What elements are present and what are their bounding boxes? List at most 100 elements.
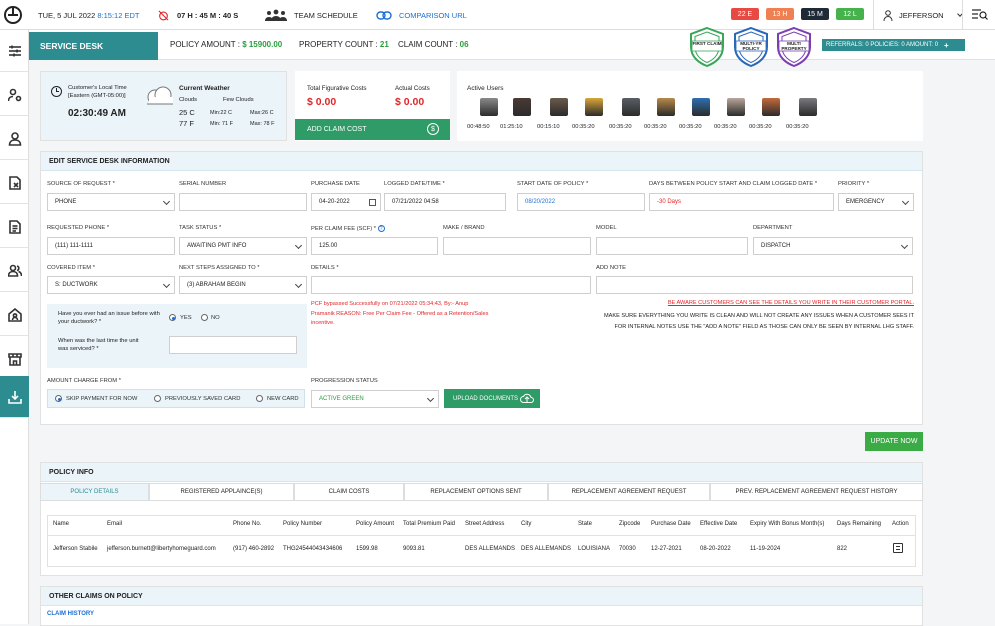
tab-registered-applaince-s[interactable]: REGISTERED APPLAINCE(S) xyxy=(149,483,294,501)
add-claim-cost-button[interactable]: ADD CLAIM COST $ xyxy=(295,119,450,140)
avatar[interactable] xyxy=(727,98,745,116)
user-menu[interactable]: JEFFERSON xyxy=(883,0,963,30)
column-header[interactable]: Street Address xyxy=(465,521,504,527)
yes-radio[interactable] xyxy=(169,314,176,321)
edit-action-icon[interactable] xyxy=(893,543,903,553)
active-user-time: 00:35:20 xyxy=(572,124,595,130)
sidebar-item-download[interactable] xyxy=(0,376,29,418)
sidebar-item-store[interactable] xyxy=(0,338,29,380)
priority-pill-e[interactable]: 22 E xyxy=(731,8,759,20)
saved-card-radio[interactable] xyxy=(154,395,161,402)
calendar-icon[interactable] xyxy=(369,199,376,206)
avatar[interactable] xyxy=(480,98,498,116)
sidebar-item-team[interactable] xyxy=(0,250,29,292)
sidebar-item-home[interactable] xyxy=(0,294,29,336)
yes-label: YES xyxy=(180,315,192,321)
update-now-button[interactable]: UPDATE NOW xyxy=(865,432,923,451)
tab-policy-details[interactable]: POLICY DETAILS xyxy=(40,483,149,501)
document-icon xyxy=(8,219,21,234)
priority-pill-m[interactable]: 15 M xyxy=(801,8,829,20)
tab-service-desk[interactable]: SERVICE DESK xyxy=(29,32,158,60)
column-header[interactable]: Expiry With Bonus Month(s) xyxy=(750,521,824,527)
column-header[interactable]: Policy Amount xyxy=(356,521,394,527)
fig-costs-value: $ 0.00 xyxy=(307,96,337,108)
serial-input[interactable] xyxy=(179,193,307,211)
source-select[interactable]: PHONE xyxy=(47,193,175,211)
avatar[interactable] xyxy=(550,98,568,116)
last-serviced-input[interactable] xyxy=(169,336,297,354)
model-input[interactable] xyxy=(596,237,748,255)
upload-documents-button[interactable]: UPLOAD DOCUMENTS xyxy=(444,389,540,408)
skip-payment-radio[interactable] xyxy=(55,395,62,402)
phone-input[interactable]: (111) 111-1111 xyxy=(47,237,175,255)
avatar[interactable] xyxy=(585,98,603,116)
column-header[interactable]: Email xyxy=(107,521,122,527)
logged-date-input[interactable]: 07/21/2022 04:58 xyxy=(384,193,506,211)
info-icon[interactable]: ? xyxy=(377,225,385,232)
claim-history-link[interactable]: CLAIM HISTORY xyxy=(47,611,94,617)
tab-replacement-options-sent[interactable]: REPLACEMENT OPTIONS SENT xyxy=(404,483,548,501)
active-user-time: 00:35:20 xyxy=(749,124,772,130)
avatar[interactable] xyxy=(799,98,817,116)
menu-search-icon[interactable] xyxy=(972,9,988,21)
avatar[interactable] xyxy=(692,98,710,116)
priority-select[interactable]: EMERGENCY xyxy=(838,193,914,211)
max-c: Max:26 C xyxy=(250,110,274,116)
team-schedule-link[interactable]: TEAM SCHEDULE xyxy=(265,0,358,30)
avatar[interactable] xyxy=(622,98,640,116)
app-logo-icon[interactable] xyxy=(4,6,22,24)
column-header[interactable]: Effective Date xyxy=(700,521,737,527)
column-header[interactable]: Total Premium Paid xyxy=(403,521,455,527)
model-label: MODEL xyxy=(596,225,617,231)
start-date-input[interactable]: 08/20/2022 xyxy=(517,193,645,211)
priority-pill-h[interactable]: 13 H xyxy=(766,8,794,20)
tab-claim-costs[interactable]: CLAIM COSTS xyxy=(294,483,404,501)
no-radio[interactable] xyxy=(201,314,208,321)
sidebar-item-claims[interactable] xyxy=(0,162,29,204)
sidebar-item-user-settings[interactable] xyxy=(0,74,29,116)
new-card-label: NEW CARD xyxy=(267,396,299,402)
avatar[interactable] xyxy=(762,98,780,116)
link-icon xyxy=(376,10,392,20)
purchase-date-input[interactable]: 04-20-2022 xyxy=(311,193,381,211)
avatar[interactable] xyxy=(657,98,675,116)
plus-icon[interactable]: + xyxy=(944,41,949,50)
sidebar-item-filters[interactable] xyxy=(0,30,29,72)
task-status-select[interactable]: AWAITING PMT INFO xyxy=(179,237,307,255)
edit-form-title: EDIT SERVICE DESK INFORMATION xyxy=(41,152,922,171)
column-header[interactable]: Name xyxy=(53,521,69,527)
column-header[interactable]: Purchase Date xyxy=(651,521,691,527)
column-header[interactable]: Zipcode xyxy=(619,521,640,527)
sidebar-item-profile[interactable] xyxy=(0,118,29,160)
table-cell: DES ALLEMANDS xyxy=(521,546,572,552)
question-prior-issue: Have you ever had an issue before with y… xyxy=(58,311,160,325)
days-between-input[interactable]: -30 Days xyxy=(649,193,834,211)
table-cell: (917) 460-2892 xyxy=(233,546,275,552)
make-input[interactable] xyxy=(443,237,591,255)
priority-pill-l[interactable]: 12 L xyxy=(836,8,864,20)
table-cell: 822 xyxy=(837,546,848,552)
tab-prev-replacement-agreement-request-history[interactable]: PREV. REPLACEMENT AGREEMENT REQUEST HIST… xyxy=(710,483,923,501)
column-header[interactable]: Policy Number xyxy=(283,521,322,527)
sidebar-item-documents[interactable] xyxy=(0,206,29,248)
department-select[interactable]: DISPATCH xyxy=(753,237,913,255)
table-cell: 9093.81 xyxy=(403,546,425,552)
max-f: Max: 78 F xyxy=(250,121,275,127)
fee-input[interactable]: 125.00 xyxy=(311,237,438,255)
column-header[interactable]: State xyxy=(578,521,592,527)
add-note-input[interactable] xyxy=(596,276,913,294)
new-card-radio[interactable] xyxy=(256,395,263,402)
column-header[interactable]: Phone No. xyxy=(233,521,261,527)
comparison-url-link[interactable]: COMPARISON URL xyxy=(376,0,467,30)
column-header[interactable]: Action xyxy=(892,521,909,527)
next-steps-select[interactable]: (3) ABRAHAM BEGIN xyxy=(179,276,307,294)
avatar[interactable] xyxy=(513,98,531,116)
tab-replacement-agreement-request[interactable]: REPLACEMENT AGREEMENT REQUEST xyxy=(548,483,710,501)
covered-item-select[interactable]: S: DUCTWORK xyxy=(47,276,175,294)
column-header[interactable]: City xyxy=(521,521,531,527)
details-input[interactable] xyxy=(311,276,591,294)
column-header[interactable]: Days Remaining xyxy=(837,521,881,527)
priority-label: PRIORITY * xyxy=(838,181,870,187)
progression-select[interactable]: ACTIVE GREEN xyxy=(311,390,439,408)
fig-costs-label: Total Figurative Costs xyxy=(307,85,367,92)
